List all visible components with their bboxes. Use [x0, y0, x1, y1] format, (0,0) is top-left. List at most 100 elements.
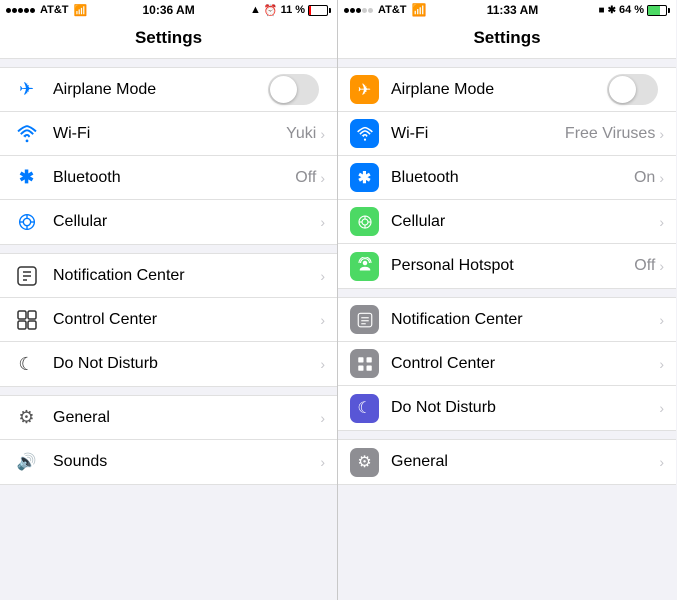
right-bluetooth-status-icon: ✱	[608, 5, 616, 16]
time-label: 10:36 AM	[142, 3, 194, 17]
right-signal-dots	[344, 8, 373, 13]
wifi-value: Yuki	[286, 125, 316, 143]
right-control-center-item[interactable]: Control Center ›	[338, 342, 676, 386]
left-cellular-item[interactable]: Cellular ›	[0, 200, 337, 244]
control-center-label: Control Center	[53, 311, 320, 329]
cellular-chevron: ›	[320, 214, 325, 230]
right-status-right: ■ ✱ 64%	[599, 4, 670, 16]
right-general-icon: ⚙	[350, 448, 379, 477]
right-signal-dot-4	[362, 8, 367, 13]
battery-body	[308, 5, 328, 16]
right-notification-center-chevron: ›	[659, 312, 664, 328]
left-section-system: ⚙ General › 🔊 Sounds ›	[0, 395, 337, 485]
bluetooth-label: Bluetooth	[53, 169, 295, 187]
right-airplane-mode-icon: ✈	[350, 75, 379, 104]
right-signal-dot-1	[344, 8, 349, 13]
right-bluetooth-value: On	[634, 169, 655, 187]
right-airplane-mode-toggle[interactable]	[607, 74, 658, 105]
right-battery-fill	[648, 6, 660, 15]
cellular-icon	[12, 208, 41, 237]
left-gap-2	[0, 245, 337, 253]
notification-center-chevron: ›	[320, 268, 325, 284]
do-not-disturb-icon: ☾	[12, 350, 41, 379]
airplane-mode-label: Airplane Mode	[53, 81, 268, 99]
left-general-item[interactable]: ⚙ General ›	[0, 396, 337, 440]
right-cellular-item[interactable]: Cellular ›	[338, 200, 676, 244]
left-section-connectivity: ✈ Airplane Mode Wi-Fi Yuki › ✱ Bluetooth…	[0, 67, 337, 245]
left-gap-3	[0, 387, 337, 395]
left-status-left: AT&T 📶	[6, 4, 87, 17]
left-status-right: ▲ ⏰ 11%	[250, 4, 331, 17]
bluetooth-value: Off	[295, 169, 316, 187]
right-bluetooth-item[interactable]: ✱ Bluetooth On ›	[338, 156, 676, 200]
right-gap-1	[338, 59, 676, 67]
right-general-item[interactable]: ⚙ General ›	[338, 440, 676, 484]
battery-fill	[309, 6, 311, 15]
right-control-center-icon	[350, 349, 379, 378]
right-page-title: Settings	[338, 20, 676, 59]
right-section-notifications: Notification Center › Control Center › ☾…	[338, 297, 676, 431]
right-notification-center-icon	[350, 305, 379, 334]
right-control-center-chevron: ›	[659, 356, 664, 372]
right-wifi-chevron: ›	[659, 126, 664, 142]
right-gap-2	[338, 289, 676, 297]
general-label: General	[53, 409, 320, 427]
left-do-not-disturb-item[interactable]: ☾ Do Not Disturb ›	[0, 342, 337, 386]
signal-dots	[6, 8, 35, 13]
right-time-label: 11:33 AM	[487, 3, 539, 17]
right-do-not-disturb-item[interactable]: ☾ Do Not Disturb ›	[338, 386, 676, 430]
right-location-icon: ■	[599, 5, 605, 16]
airplane-mode-toggle[interactable]	[268, 74, 319, 105]
signal-dot-5	[30, 8, 35, 13]
right-wifi-value: Free Viruses	[565, 125, 655, 143]
right-carrier-label: AT&T	[378, 4, 407, 16]
do-not-disturb-label: Do Not Disturb	[53, 355, 320, 373]
airplane-mode-icon: ✈	[12, 75, 41, 104]
right-gap-3	[338, 431, 676, 439]
right-personal-hotspot-item[interactable]: Personal Hotspot Off ›	[338, 244, 676, 288]
alarm-icon: ⏰	[264, 4, 278, 17]
right-notification-center-label: Notification Center	[391, 311, 659, 329]
do-not-disturb-chevron: ›	[320, 356, 325, 372]
right-battery-tip	[668, 8, 670, 13]
right-battery-percent-label: 64	[619, 4, 631, 16]
control-center-chevron: ›	[320, 312, 325, 328]
right-cellular-chevron: ›	[659, 214, 664, 230]
right-airplane-mode-item[interactable]: ✈ Airplane Mode	[338, 68, 676, 112]
left-bluetooth-item[interactable]: ✱ Bluetooth Off ›	[0, 156, 337, 200]
right-section-system: ⚙ General ›	[338, 439, 676, 485]
right-personal-hotspot-icon	[350, 252, 379, 281]
carrier-label: AT&T	[40, 4, 69, 16]
notification-center-label: Notification Center	[53, 267, 320, 285]
right-wifi-signal-icon: 📶	[412, 3, 427, 17]
right-do-not-disturb-chevron: ›	[659, 400, 664, 416]
right-status-bar: AT&T 📶 11:33 AM ■ ✱ 64%	[338, 0, 676, 20]
sounds-icon: 🔊	[12, 448, 41, 477]
right-general-label: General	[391, 453, 659, 471]
signal-dot-3	[18, 8, 23, 13]
wifi-settings-icon	[12, 119, 41, 148]
signal-dot-1	[6, 8, 11, 13]
left-status-bar: AT&T 📶 10:36 AM ▲ ⏰ 11%	[0, 0, 337, 20]
right-phone-panel: AT&T 📶 11:33 AM ■ ✱ 64% Settings ✈ Airpl…	[338, 0, 676, 600]
right-status-left: AT&T 📶	[344, 3, 426, 17]
right-bluetooth-label: Bluetooth	[391, 169, 634, 187]
left-airplane-mode-item[interactable]: ✈ Airplane Mode	[0, 68, 337, 112]
left-notification-center-item[interactable]: Notification Center ›	[0, 254, 337, 298]
wifi-chevron: ›	[320, 126, 325, 142]
left-control-center-item[interactable]: Control Center ›	[0, 298, 337, 342]
right-notification-center-item[interactable]: Notification Center ›	[338, 298, 676, 342]
airplane-mode-toggle-knob	[270, 76, 297, 103]
left-sounds-item[interactable]: 🔊 Sounds ›	[0, 440, 337, 484]
right-bluetooth-chevron: ›	[659, 170, 664, 186]
right-signal-dot-3	[356, 8, 361, 13]
right-personal-hotspot-chevron: ›	[659, 258, 664, 274]
left-phone-panel: AT&T 📶 10:36 AM ▲ ⏰ 11% Settings ✈ Airpl…	[0, 0, 338, 600]
bluetooth-icon: ✱	[12, 163, 41, 192]
wifi-label: Wi-Fi	[53, 125, 286, 143]
left-page-title: Settings	[0, 20, 337, 59]
wifi-icon: 📶	[74, 4, 88, 17]
right-wifi-item[interactable]: Wi-Fi Free Viruses ›	[338, 112, 676, 156]
left-wifi-item[interactable]: Wi-Fi Yuki ›	[0, 112, 337, 156]
right-cellular-label: Cellular	[391, 213, 659, 231]
